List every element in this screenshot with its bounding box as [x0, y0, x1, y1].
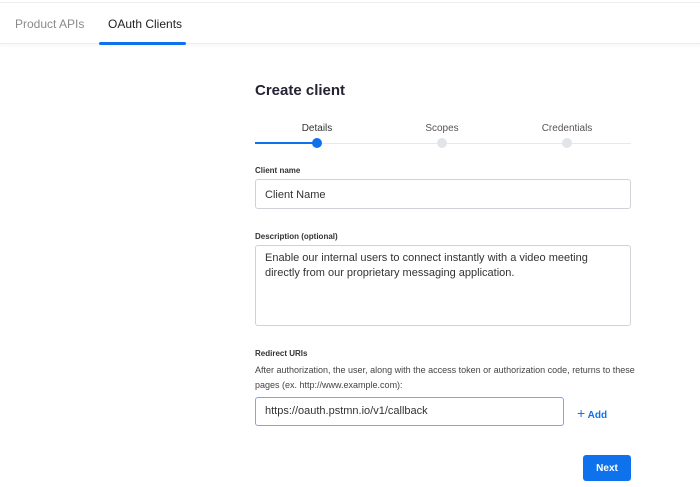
step-scopes: Scopes	[425, 123, 459, 134]
step-dot-scopes	[437, 138, 447, 148]
add-label: Add	[587, 410, 608, 421]
stepper-progress	[255, 142, 317, 144]
tab-header: Product APIs OAuth Clients	[0, 3, 700, 45]
client-name-label: Client name	[255, 166, 301, 175]
add-uri-button[interactable]: + Add	[577, 405, 607, 421]
plus-icon: +	[577, 405, 586, 421]
redirect-uris-help: After authorization, the user, along wit…	[255, 365, 635, 390]
step-dot-credentials	[562, 138, 572, 148]
redirect-uris-label: Redirect URIs	[255, 349, 308, 358]
redirect-uri-input[interactable]: https://oauth.pstmn.io/v1/callback	[255, 397, 564, 426]
client-name-input[interactable]: Client Name	[255, 179, 631, 209]
tab-product-apis[interactable]: Product APIs	[15, 17, 84, 31]
page-title: Create client	[255, 82, 346, 99]
tab-oauth-clients[interactable]: OAuth Clients	[108, 17, 182, 31]
active-tab-indicator	[99, 42, 186, 45]
description-textarea[interactable]: Enable our internal users to connect ins…	[255, 245, 631, 326]
step-details: Details	[301, 123, 333, 134]
step-credentials: Credentials	[541, 123, 593, 134]
step-dot-details	[312, 138, 322, 148]
description-label: Description (optional)	[255, 232, 338, 241]
next-button[interactable]: Next	[583, 455, 631, 481]
